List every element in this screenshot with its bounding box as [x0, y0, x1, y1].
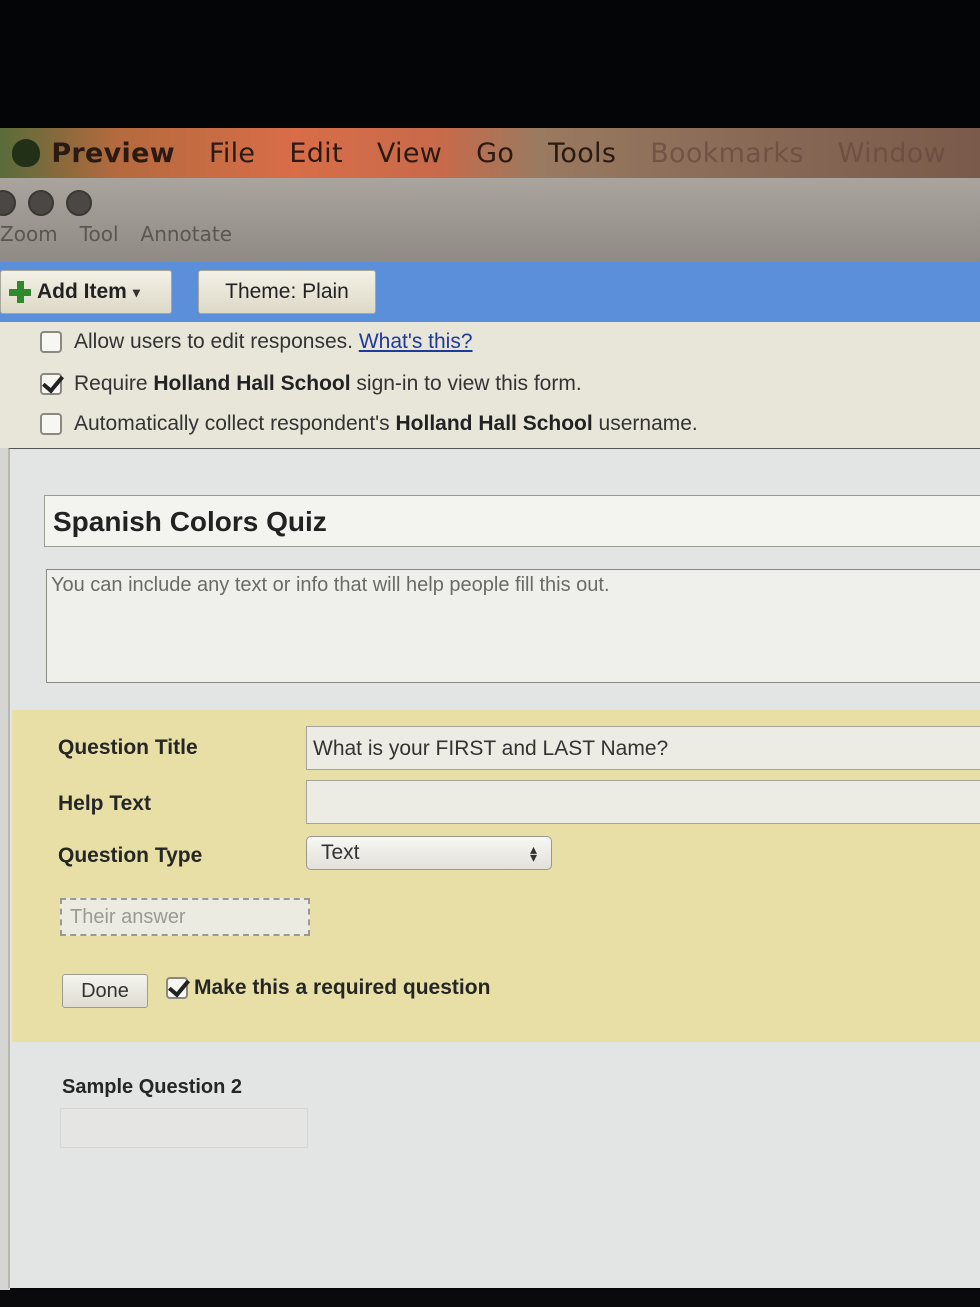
required-question-row: Make this a required question — [166, 976, 490, 1000]
close-window-icon[interactable] — [0, 190, 16, 216]
minimize-window-icon[interactable] — [28, 190, 54, 216]
question-title-label: Question Title — [58, 736, 198, 759]
zoom-window-icon[interactable] — [66, 190, 92, 216]
allow-edit-row: Allow users to edit responses. What's th… — [40, 330, 473, 354]
bottom-bezel — [0, 1290, 980, 1307]
required-question-checkbox[interactable] — [166, 977, 188, 999]
add-item-button[interactable]: Add Item ▾ — [0, 270, 172, 314]
help-text-label: Help Text — [58, 792, 151, 815]
menu-go[interactable]: Go — [476, 138, 514, 169]
menu-window[interactable]: Window — [838, 138, 946, 169]
require-signin-checkbox[interactable] — [40, 373, 62, 395]
done-button[interactable]: Done — [62, 974, 148, 1008]
whats-this-link[interactable]: What's this? — [359, 330, 473, 353]
zoom-tool[interactable]: Zoom — [0, 222, 58, 246]
sample-question-answer-field — [60, 1108, 308, 1148]
add-item-label: Add Item — [37, 280, 127, 303]
apple-icon — [11, 139, 40, 167]
answer-preview-field: Their answer — [60, 898, 310, 936]
menu-tools[interactable]: Tools — [548, 138, 616, 169]
require-signin-row: Require Holland Hall School sign-in to v… — [40, 372, 582, 396]
window-title-bar — [0, 178, 980, 262]
window-toolbar: Zoom Tool Annotate — [0, 222, 232, 246]
collect-username-row: Automatically collect respondent's Holla… — [40, 412, 698, 436]
sample-question-title[interactable]: Sample Question 2 — [62, 1076, 242, 1099]
tool-tool[interactable]: Tool — [80, 222, 119, 246]
form-toolbar: Add Item ▾ Theme: Plain — [0, 262, 980, 322]
apple-menu[interactable] — [0, 128, 51, 178]
question-type-value: Text — [321, 841, 360, 864]
required-question-label: Make this a required question — [194, 976, 491, 999]
theme-button[interactable]: Theme: Plain — [198, 270, 376, 314]
menu-bookmarks[interactable]: Bookmarks — [650, 138, 804, 169]
question-title-input[interactable]: What is your FIRST and LAST Name? — [306, 726, 980, 770]
menu-edit[interactable]: Edit — [289, 138, 343, 169]
annotate-tool[interactable]: Annotate — [141, 222, 233, 246]
menu-file[interactable]: File — [209, 138, 255, 169]
collect-username-checkbox[interactable] — [40, 413, 62, 435]
chevron-down-icon: ▾ — [132, 283, 140, 300]
require-signin-label: Require Holland Hall School sign-in to v… — [74, 372, 582, 395]
updown-arrows-icon: ▴ ▾ — [529, 841, 537, 865]
menu-preview[interactable]: Preview — [51, 138, 175, 169]
question-type-label: Question Type — [58, 844, 203, 867]
top-bezel — [0, 0, 980, 128]
help-text-input[interactable] — [306, 780, 980, 824]
question-type-select[interactable]: Text ▴ ▾ — [306, 836, 552, 870]
plus-icon — [9, 281, 31, 303]
allow-edit-label: Allow users to edit responses. What's th… — [74, 330, 473, 353]
menu-view[interactable]: View — [377, 138, 442, 169]
allow-edit-checkbox[interactable] — [40, 331, 62, 353]
collect-username-label: Automatically collect respondent's Holla… — [74, 412, 698, 435]
menu-bar: Preview File Edit View Go Tools Bookmark… — [0, 128, 980, 178]
form-settings: Allow users to edit responses. What's th… — [0, 322, 980, 448]
form-title-input[interactable]: Spanish Colors Quiz — [44, 495, 980, 547]
question-editor-panel: Question Title What is your FIRST and LA… — [12, 710, 980, 1042]
window-controls — [0, 190, 92, 216]
form-description-input[interactable]: You can include any text or info that wi… — [46, 569, 980, 683]
